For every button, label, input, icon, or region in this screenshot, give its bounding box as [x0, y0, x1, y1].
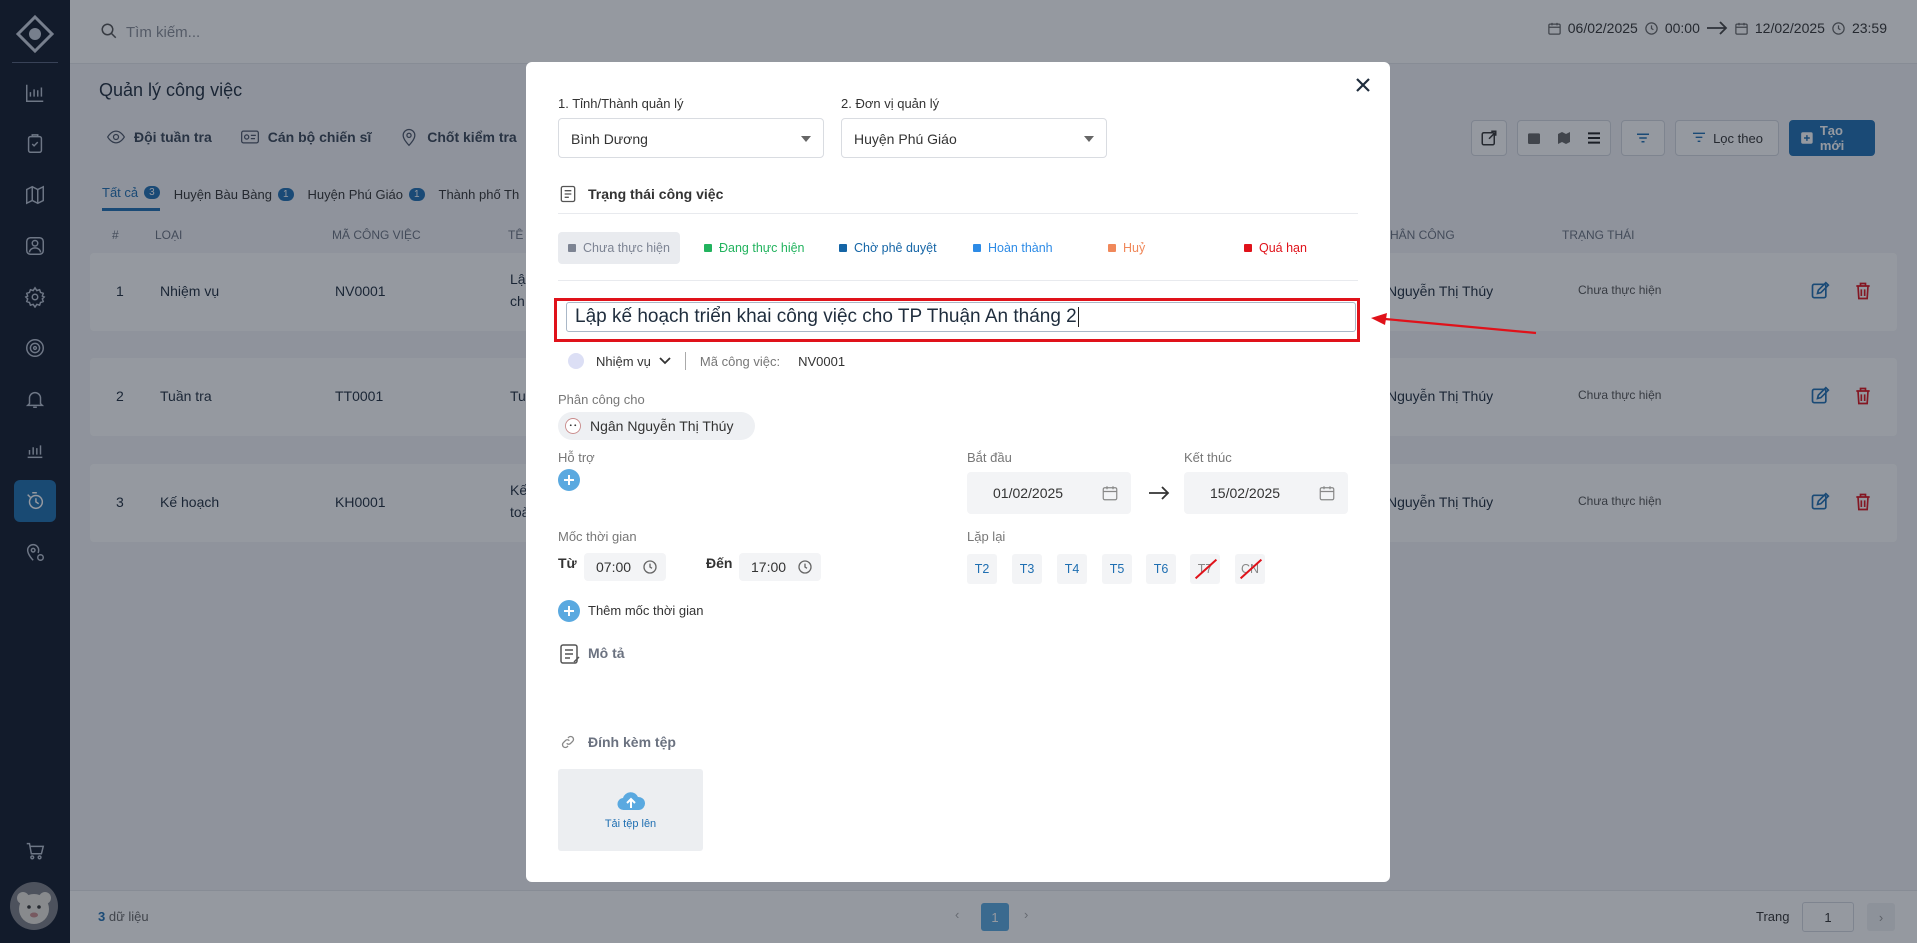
close-icon	[1356, 78, 1370, 92]
calendar-icon	[1319, 486, 1335, 501]
clock-icon	[798, 560, 812, 574]
status-label: Quá hạn	[1259, 241, 1307, 255]
to-time-value: 17:00	[751, 559, 787, 575]
calendar-icon	[1102, 486, 1118, 501]
task-type-value[interactable]: Nhiệm vụ	[596, 354, 651, 369]
support-label: Hỗ trợ	[558, 450, 595, 465]
status-option-completed[interactable]: Hoàn thành	[963, 232, 1063, 264]
status-heading: Trạng thái công việc	[588, 186, 724, 202]
unit-value: Huyện Phú Giáo	[854, 131, 957, 147]
link-icon	[561, 735, 575, 749]
province-select[interactable]: Bình Dương	[558, 118, 824, 158]
end-date-value: 15/02/2025	[1210, 485, 1281, 501]
province-value: Bình Dương	[571, 131, 648, 147]
code-value: NV0001	[798, 353, 846, 369]
province-label: 1. Tỉnh/Thành quản lý	[558, 96, 684, 111]
chevron-down-icon[interactable]	[659, 357, 671, 365]
status-dot	[1108, 244, 1116, 252]
status-option-overdue[interactable]: Quá hạn	[1234, 232, 1317, 264]
day-toggle-t4[interactable]: T4	[1057, 554, 1087, 584]
day-toggle-t6[interactable]: T6	[1146, 554, 1176, 584]
day-toggle-t5[interactable]: T5	[1102, 554, 1132, 584]
to-label: Đến	[706, 555, 733, 571]
timeline-label: Mốc thời gian	[558, 529, 637, 544]
arrow-right-icon	[1149, 486, 1170, 500]
attach-label: Đính kèm tệp	[588, 734, 676, 750]
annotation-arrow-icon	[1371, 313, 1537, 335]
plus-icon	[564, 606, 574, 616]
unit-select[interactable]: Huyện Phú Giáo	[841, 118, 1107, 158]
status-dot	[1244, 244, 1252, 252]
description-label[interactable]: Mô tả	[588, 645, 625, 661]
description-icon	[560, 644, 580, 664]
status-option-cancelled[interactable]: Huỷ	[1098, 232, 1155, 264]
assign-label: Phân công cho	[558, 392, 645, 407]
chevron-down-icon	[1084, 136, 1094, 142]
separator	[684, 352, 686, 370]
task-title-text: Lập kế hoạch triển khai công việc cho TP…	[575, 306, 1077, 327]
task-edit-modal: 1. Tỉnh/Thành quản lý Bình Dương 2. Đơn …	[526, 62, 1390, 882]
divider	[558, 280, 1358, 281]
end-date-input[interactable]: 15/02/2025	[1184, 472, 1348, 514]
add-support-button[interactable]	[558, 469, 580, 491]
unit-label: 2. Đơn vị quản lý	[841, 96, 940, 111]
status-section-header: Trạng thái công việc	[558, 184, 723, 204]
divider	[558, 213, 1358, 214]
assignee-name: Ngân Nguyễn Thị Thúy	[590, 418, 734, 434]
upload-label: Tải tệp lên	[604, 818, 657, 830]
status-option-pending-approval[interactable]: Chờ phê duyệt	[829, 232, 947, 264]
user-avatar-icon	[565, 418, 581, 434]
to-time-input[interactable]: 17:00	[739, 553, 821, 581]
status-option-not-started[interactable]: Chưa thực hiện	[558, 232, 680, 264]
status-options: Chưa thực hiện Đang thực hiện Chờ phê du…	[558, 232, 1358, 264]
status-label: Chưa thực hiện	[583, 241, 670, 255]
start-label: Bắt đầu	[967, 450, 1012, 465]
add-timeline-button[interactable]	[558, 600, 580, 622]
task-title-input[interactable]: Lập kế hoạch triển khai công việc cho TP…	[566, 302, 1356, 332]
day-toggle-t3[interactable]: T3	[1012, 554, 1042, 584]
start-date-value: 01/02/2025	[993, 485, 1064, 501]
add-timeline-label[interactable]: Thêm mốc thời gian	[588, 603, 703, 618]
task-type-row: Nhiệm vụ Mã công việc: NV0001	[568, 352, 845, 370]
from-time-input[interactable]: 07:00	[584, 553, 666, 581]
cloud-upload-icon	[616, 792, 645, 811]
end-label: Kết thúc	[1184, 450, 1232, 465]
plus-icon	[564, 475, 574, 485]
from-time-value: 07:00	[596, 559, 632, 575]
chevron-down-icon	[801, 136, 811, 142]
status-dot	[704, 244, 712, 252]
status-dot	[973, 244, 981, 252]
checklist-icon	[560, 185, 576, 203]
status-label: Hoàn thành	[988, 241, 1053, 255]
upload-dropzone[interactable]: Tải tệp lên	[558, 769, 703, 851]
text-cursor	[1077, 306, 1079, 327]
from-label: Từ	[558, 555, 577, 571]
code-label: Mã công việc:	[699, 353, 781, 369]
clock-icon	[643, 560, 657, 574]
day-toggle-cn[interactable]: CN	[1235, 554, 1265, 584]
status-option-in-progress[interactable]: Đang thực hiện	[694, 232, 815, 264]
assignee-chip[interactable]: Ngân Nguyễn Thị Thúy	[558, 412, 756, 440]
type-color-dot	[568, 353, 584, 369]
start-date-input[interactable]: 01/02/2025	[967, 472, 1131, 514]
repeat-label: Lặp lại	[967, 529, 1006, 544]
status-label: Đang thực hiện	[719, 241, 805, 255]
status-dot	[568, 244, 576, 252]
day-toggle-t7[interactable]: T7	[1190, 554, 1220, 584]
status-label: Huỷ	[1123, 241, 1146, 255]
status-label: Chờ phê duyệt	[854, 241, 937, 255]
close-button[interactable]	[1352, 74, 1374, 96]
day-toggle-t2[interactable]: T2	[967, 554, 997, 584]
status-dot	[839, 244, 847, 252]
